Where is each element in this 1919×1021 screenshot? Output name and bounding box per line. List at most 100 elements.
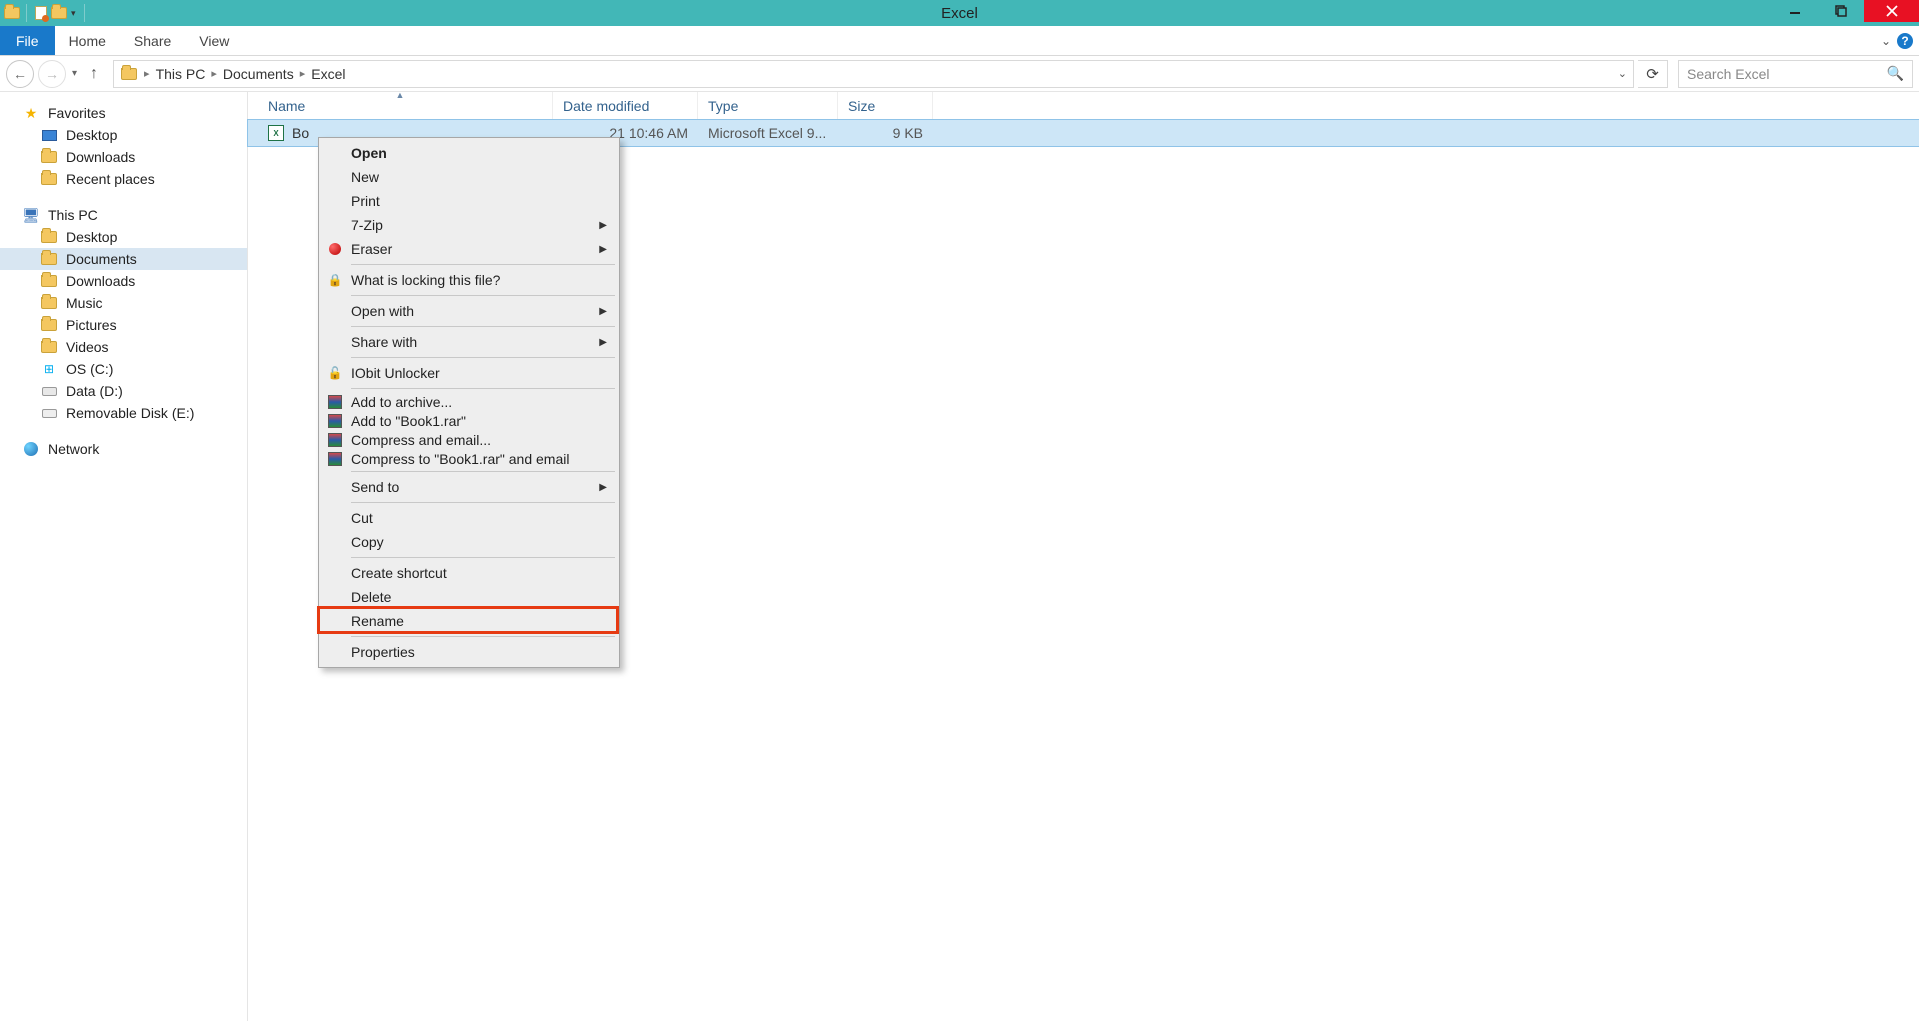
context-menu-share-with[interactable]: Share with▶ xyxy=(321,330,617,354)
submenu-arrow-icon: ▶ xyxy=(599,482,607,493)
context-menu-7zip[interactable]: 7-Zip▶ xyxy=(321,213,617,237)
folder-icon xyxy=(40,295,58,311)
refresh-button[interactable]: ⟳ xyxy=(1638,60,1668,88)
navigation-bar: ← → ▾ ↑ ▸ This PC ▸ Documents ▸ Excel ⌄ … xyxy=(0,56,1919,92)
history-dropdown-icon[interactable]: ▾ xyxy=(70,68,79,79)
sidebar-item-removable-e[interactable]: Removable Disk (E:) xyxy=(0,402,247,424)
sidebar-item-music[interactable]: Music xyxy=(0,292,247,314)
recent-icon xyxy=(40,171,58,187)
context-menu-iobit-unlocker[interactable]: 🔓IObit Unlocker xyxy=(321,361,617,385)
winrar-icon xyxy=(327,413,343,429)
sidebar-item-pictures[interactable]: Pictures xyxy=(0,314,247,336)
sidebar-item-label: Videos xyxy=(66,339,109,355)
context-menu-delete[interactable]: Delete xyxy=(321,585,617,609)
sidebar-item-recent[interactable]: Recent places xyxy=(0,168,247,190)
title-bar: ▾ Excel xyxy=(0,0,1919,26)
context-menu-create-shortcut[interactable]: Create shortcut xyxy=(321,561,617,585)
sidebar-item-label: Desktop xyxy=(66,127,117,143)
back-button[interactable]: ← xyxy=(6,60,34,88)
tab-view[interactable]: View xyxy=(185,26,243,55)
context-menu-add-book1-rar[interactable]: Add to "Book1.rar" xyxy=(321,411,617,430)
up-button[interactable]: ↑ xyxy=(83,63,105,85)
sidebar-item-data-d[interactable]: Data (D:) xyxy=(0,380,247,402)
new-folder-icon[interactable] xyxy=(51,5,67,21)
menu-separator xyxy=(351,502,615,503)
context-menu-rename[interactable]: Rename xyxy=(321,609,617,633)
context-menu-send-to[interactable]: Send to▶ xyxy=(321,475,617,499)
forward-button[interactable]: → xyxy=(38,60,66,88)
qat-dropdown-icon[interactable]: ▾ xyxy=(69,8,78,19)
context-menu-add-archive[interactable]: Add to archive... xyxy=(321,392,617,411)
qat-separator-2 xyxy=(84,4,85,22)
sidebar-item-documents[interactable]: Documents xyxy=(0,248,247,270)
context-menu-cut[interactable]: Cut xyxy=(321,506,617,530)
address-dropdown-icon[interactable]: ⌄ xyxy=(1618,67,1627,80)
context-menu-compress-email[interactable]: Compress and email... xyxy=(321,430,617,449)
folder-icon xyxy=(40,229,58,245)
menu-separator xyxy=(351,557,615,558)
menu-separator xyxy=(351,636,615,637)
breadcrumb-separator-icon[interactable]: ▸ xyxy=(144,67,150,80)
search-input[interactable]: Search Excel 🔍 xyxy=(1678,60,1913,88)
submenu-arrow-icon: ▶ xyxy=(599,220,607,231)
sidebar-label: This PC xyxy=(48,207,98,223)
context-menu-what-is-locking[interactable]: 🔒What is locking this file? xyxy=(321,268,617,292)
folder-icon xyxy=(40,273,58,289)
context-menu-properties[interactable]: Properties xyxy=(321,640,617,664)
maximize-button[interactable] xyxy=(1818,0,1864,22)
menu-separator xyxy=(351,357,615,358)
help-icon[interactable]: ? xyxy=(1897,33,1913,49)
sidebar-item-label: Desktop xyxy=(66,229,117,245)
address-bar[interactable]: ▸ This PC ▸ Documents ▸ Excel ⌄ xyxy=(113,60,1634,88)
context-menu-copy[interactable]: Copy xyxy=(321,530,617,554)
sidebar-item-desktop[interactable]: Desktop xyxy=(0,124,247,146)
context-menu-compress-book1-email[interactable]: Compress to "Book1.rar" and email xyxy=(321,449,617,468)
sort-ascending-icon: ▲ xyxy=(396,90,405,100)
sidebar-item-videos[interactable]: Videos xyxy=(0,336,247,358)
search-icon: 🔍 xyxy=(1887,65,1904,82)
sidebar-this-pc[interactable]: 🖥 This PC xyxy=(0,204,247,226)
desktop-icon xyxy=(40,127,58,143)
winrar-icon xyxy=(327,432,343,448)
breadcrumb-separator-icon[interactable]: ▸ xyxy=(300,67,306,80)
file-name: Bo xyxy=(292,125,309,141)
sidebar-network[interactable]: Network xyxy=(0,438,247,460)
ribbon-expand-icon[interactable]: ⌄ xyxy=(1881,34,1891,48)
star-icon: ★ xyxy=(22,105,40,121)
properties-icon[interactable] xyxy=(33,5,49,21)
network-icon xyxy=(22,441,40,457)
folder-icon xyxy=(40,149,58,165)
submenu-arrow-icon: ▶ xyxy=(599,244,607,255)
sidebar-item-downloads-pc[interactable]: Downloads xyxy=(0,270,247,292)
sidebar-item-downloads[interactable]: Downloads xyxy=(0,146,247,168)
column-header-date[interactable]: Date modified xyxy=(553,92,698,119)
column-header-name[interactable]: ▲Name xyxy=(248,92,553,119)
sidebar-item-desktop-pc[interactable]: Desktop xyxy=(0,226,247,248)
column-header-size[interactable]: Size xyxy=(838,92,933,119)
context-menu-eraser[interactable]: Eraser▶ xyxy=(321,237,617,261)
menu-separator xyxy=(351,388,615,389)
context-menu-open[interactable]: Open xyxy=(321,141,617,165)
window-controls xyxy=(1772,0,1919,26)
breadcrumb-documents[interactable]: Documents xyxy=(223,66,294,82)
ribbon-tabs: File Home Share View ⌄ ? xyxy=(0,26,1919,56)
breadcrumb-separator-icon[interactable]: ▸ xyxy=(211,67,217,80)
context-menu-print[interactable]: Print xyxy=(321,189,617,213)
folder-icon xyxy=(40,251,58,267)
sidebar-favorites[interactable]: ★Favorites xyxy=(0,102,247,124)
tab-home[interactable]: Home xyxy=(55,26,120,55)
sidebar-item-os-c[interactable]: ⊞OS (C:) xyxy=(0,358,247,380)
file-tab[interactable]: File xyxy=(0,26,55,55)
tab-share[interactable]: Share xyxy=(120,26,185,55)
winrar-icon xyxy=(327,394,343,410)
context-menu-new[interactable]: New xyxy=(321,165,617,189)
breadcrumb-excel[interactable]: Excel xyxy=(311,66,345,82)
column-header-type[interactable]: Type xyxy=(698,92,838,119)
removable-drive-icon xyxy=(40,405,58,421)
breadcrumb-this-pc[interactable]: This PC xyxy=(156,66,206,82)
minimize-button[interactable] xyxy=(1772,0,1818,22)
sidebar-item-label: Music xyxy=(66,295,103,311)
context-menu-open-with[interactable]: Open with▶ xyxy=(321,299,617,323)
computer-icon: 🖥 xyxy=(22,207,40,223)
close-button[interactable] xyxy=(1864,0,1919,22)
